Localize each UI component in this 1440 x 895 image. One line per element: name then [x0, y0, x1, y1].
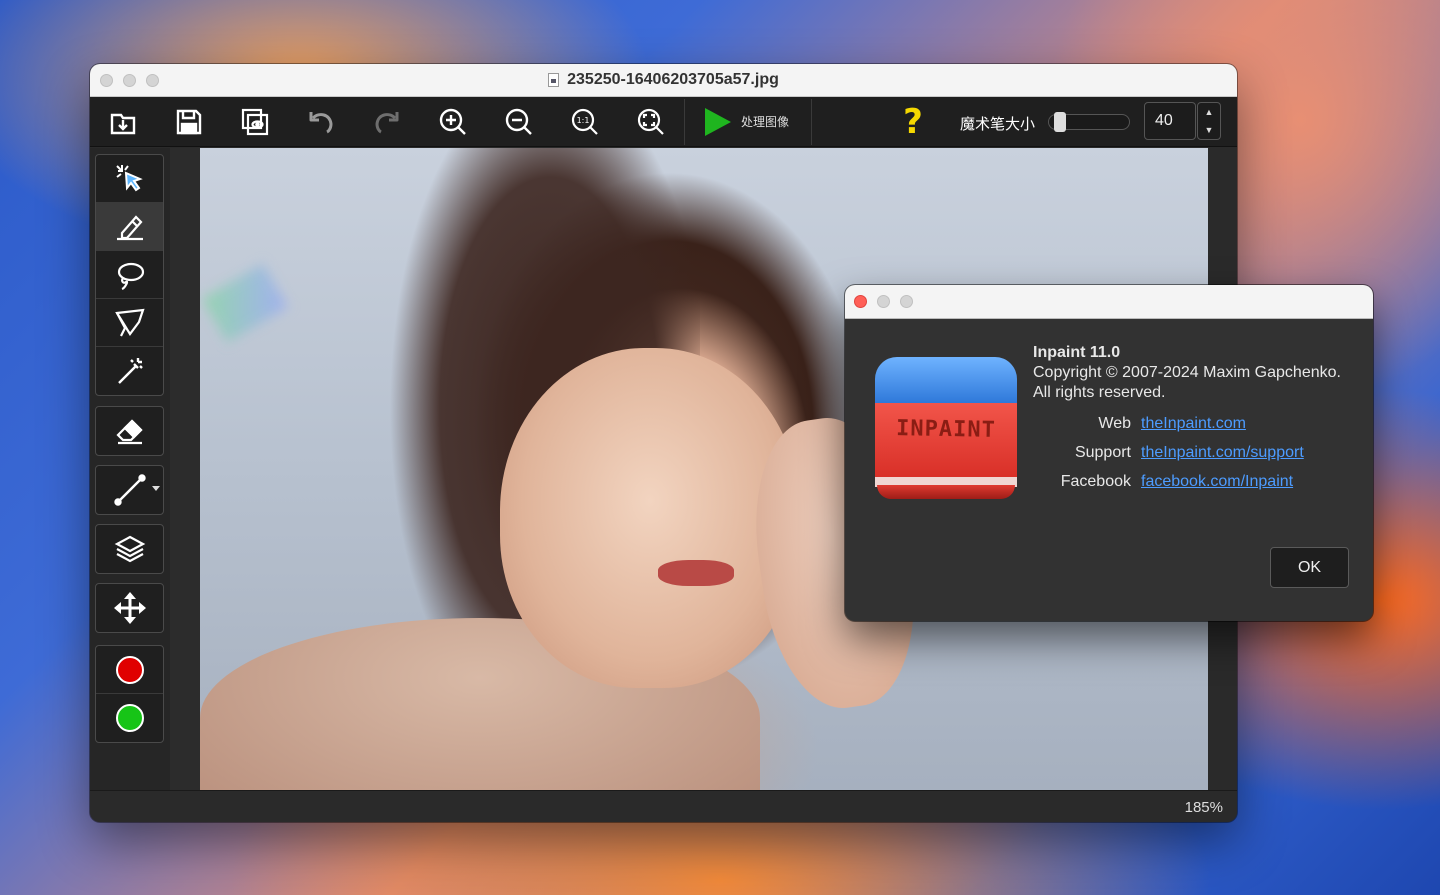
process-image-button[interactable]: 处理图像 [685, 97, 811, 147]
eraser-tool[interactable] [96, 407, 163, 455]
process-image-label: 处理图像 [741, 115, 790, 129]
eraser-icon [115, 419, 143, 445]
photo-face [500, 348, 800, 688]
brush-size-input[interactable]: 40 [1144, 102, 1196, 140]
slider-thumb[interactable] [1054, 112, 1067, 132]
help-button[interactable]: ? [898, 102, 928, 142]
save-button[interactable] [156, 97, 222, 147]
move-group [95, 583, 164, 633]
link-label: Support [1074, 443, 1131, 461]
chevron-down-icon[interactable] [152, 486, 160, 491]
minimize-button[interactable] [123, 74, 136, 87]
fit-window-button[interactable] [618, 97, 684, 147]
preview-button[interactable] [222, 97, 288, 147]
window-controls [100, 74, 159, 87]
dialog-close-button[interactable] [854, 295, 867, 308]
zoom-out-icon [505, 108, 532, 135]
selection-tools [95, 154, 164, 396]
toolbar-separator [811, 98, 812, 145]
link-row-web: Web theInpaint.com [1033, 409, 1304, 438]
status-bar: 185% [90, 790, 1237, 822]
dialog-minimize-button [877, 295, 890, 308]
layers-group [95, 524, 164, 574]
lasso-icon [117, 262, 144, 290]
secondary-color-swatch[interactable] [96, 694, 163, 742]
eraser-group [95, 406, 164, 456]
marker-icon [116, 214, 143, 240]
select-icon [115, 164, 143, 191]
copyright-text: Copyright © 2007-2024 Maxim Gapchenko. [1033, 364, 1341, 381]
green-color-icon [115, 704, 144, 732]
line-group [95, 465, 164, 515]
color-group [95, 645, 164, 743]
primary-color-swatch[interactable] [96, 646, 163, 694]
link-row-facebook: Facebook facebook.com/Inpaint [1033, 467, 1304, 496]
about-dialog: INPAINT Inpaint 11.0 Copyright © 2007-20… [845, 285, 1373, 621]
svg-text:1:1: 1:1 [577, 116, 590, 125]
rights-text: All rights reserved. [1033, 384, 1166, 401]
app-name: Inpaint 11.0 [1033, 344, 1121, 361]
open-button[interactable] [90, 97, 156, 147]
link-row-support: Support theInpaint.com/support [1033, 438, 1304, 467]
zoom-button[interactable] [146, 74, 159, 87]
save-icon [176, 109, 202, 134]
polygon-lasso-tool[interactable] [96, 299, 163, 347]
marker-tool[interactable] [96, 203, 163, 251]
link-label: Facebook [1060, 472, 1131, 490]
fit-window-icon [637, 108, 664, 135]
window-title: 235250-16406203705a57.jpg [567, 71, 779, 88]
stepper-down-icon[interactable]: ▼ [1205, 125, 1214, 135]
dialog-zoom-button [900, 295, 913, 308]
redo-button[interactable] [354, 97, 420, 147]
brush-size-slider[interactable] [1048, 112, 1130, 132]
zoom-in-button[interactable] [420, 97, 486, 147]
magic-wand-icon [117, 358, 143, 384]
document-icon [548, 73, 560, 87]
magic-wand-tool[interactable] [96, 347, 163, 395]
layers-icon [114, 535, 145, 563]
select-tool[interactable] [96, 155, 163, 203]
move-icon [113, 592, 146, 624]
toolbar: 1:1 处理图像 ? 魔术笔大小 40 ▲ ▼ [90, 97, 1237, 147]
preview-icon [241, 108, 269, 135]
photo-lips [658, 560, 734, 586]
layers-tool[interactable] [96, 525, 163, 573]
open-icon [110, 113, 136, 134]
light-flare [202, 263, 288, 343]
about-info: Inpaint 11.0 Copyright © 2007-2024 Maxim… [1033, 343, 1341, 403]
redo-icon [375, 111, 399, 133]
app-icon-logo-text: INPAINT [895, 416, 997, 443]
title-bar: 235250-16406203705a57.jpg [90, 64, 1237, 97]
zoom-level: 185% [1184, 799, 1223, 816]
lasso-tool[interactable] [96, 251, 163, 299]
support-link[interactable]: theInpaint.com/support [1141, 444, 1304, 462]
facebook-link[interactable]: facebook.com/Inpaint [1141, 473, 1293, 491]
line-icon [113, 474, 146, 506]
play-icon [705, 107, 731, 136]
zoom-in-icon [439, 108, 466, 135]
move-tool[interactable] [96, 584, 163, 632]
zoom-out-button[interactable] [486, 97, 552, 147]
actual-size-button[interactable]: 1:1 [552, 97, 618, 147]
actual-size-icon: 1:1 [571, 108, 598, 135]
dialog-title-bar [845, 285, 1373, 319]
brush-size-label: 魔术笔大小 [960, 116, 1036, 133]
link-list: Web theInpaint.com Support theInpaint.co… [1033, 409, 1304, 496]
link-label: Web [1098, 414, 1131, 432]
web-link[interactable]: theInpaint.com [1141, 415, 1246, 433]
brush-size-stepper[interactable]: ▲ ▼ [1197, 102, 1221, 140]
undo-icon [309, 111, 333, 133]
tool-panel [90, 148, 170, 790]
polygon-lasso-icon [114, 308, 145, 336]
inpaint-app-icon: INPAINT [875, 357, 1017, 501]
red-color-icon [115, 655, 144, 684]
canvas-gutter [170, 148, 200, 790]
close-button[interactable] [100, 74, 113, 87]
dialog-window-controls [854, 295, 913, 308]
stepper-up-icon[interactable]: ▲ [1205, 107, 1214, 117]
line-tool[interactable] [96, 466, 163, 514]
ok-button[interactable]: OK [1270, 547, 1349, 588]
undo-button[interactable] [288, 97, 354, 147]
